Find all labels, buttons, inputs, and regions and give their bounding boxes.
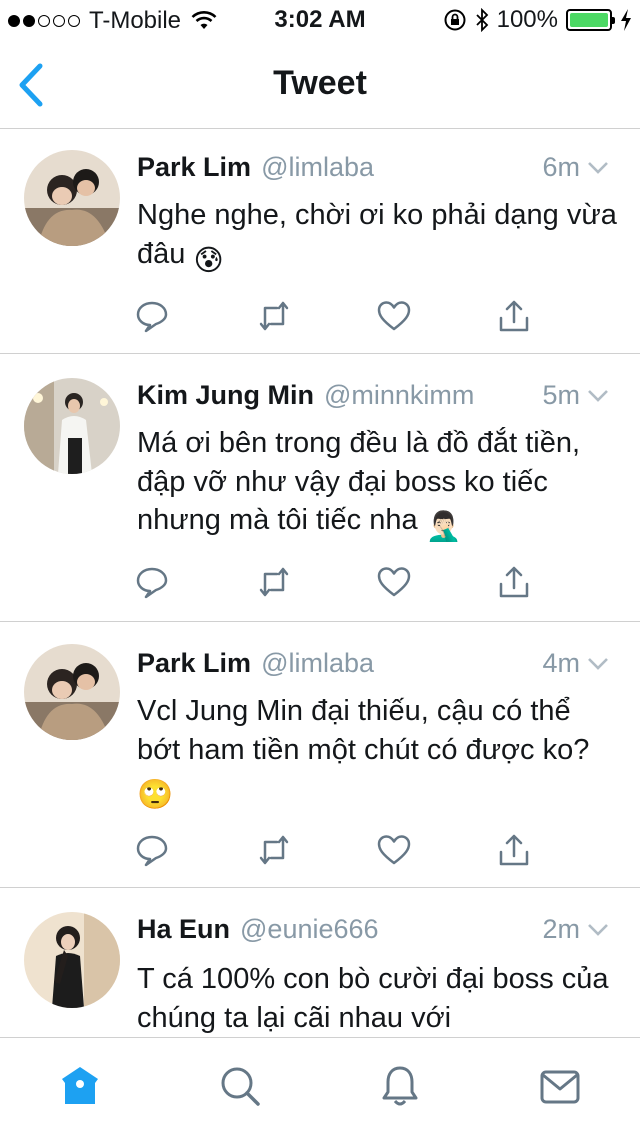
avatar-park-lim[interactable] <box>24 150 120 246</box>
tweet-text: Vcl Jung Min đại thiếu, cậu có thể bớt h… <box>137 692 620 815</box>
page-title: Tweet <box>273 64 367 102</box>
facepalm-emoji: 🤦🏻‍♂️ <box>425 511 462 543</box>
tweet[interactable]: Park Lim @limlaba 6m Nghe nghe, chời ơi … <box>0 130 640 354</box>
share-icon[interactable] <box>496 298 532 334</box>
chevron-down-icon[interactable] <box>586 922 610 938</box>
like-icon[interactable] <box>376 298 412 334</box>
tweet-actions <box>134 832 544 868</box>
chevron-down-icon[interactable] <box>586 656 610 672</box>
anxious-face-emoji: 😰 <box>193 244 224 277</box>
bluetooth-icon <box>475 8 488 32</box>
share-icon[interactable] <box>496 832 532 868</box>
tweet-actions <box>134 564 544 600</box>
reply-icon[interactable] <box>134 298 170 334</box>
tweet-body: T cá 100% con bò cười đại boss của chúng… <box>137 963 609 1034</box>
battery-icon <box>566 9 615 31</box>
notifications-icon[interactable] <box>378 1064 422 1108</box>
tab-bar <box>0 1037 640 1136</box>
reply-icon[interactable] <box>134 832 170 868</box>
tweet[interactable]: Kim Jung Min @minnkimm 5m Má ơi bên tron… <box>0 354 640 622</box>
avatar-ha-eun[interactable] <box>24 912 120 1008</box>
tweet-timestamp: 6m <box>542 152 580 182</box>
tweet[interactable]: Ha Eun @eunie666 2m T cá 100% con bò cườ… <box>0 888 640 1048</box>
tweet-header: Ha Eun @eunie666 2m <box>137 914 610 945</box>
tweet-text: Má ơi bên trong đều là đồ đắt tiền, đập … <box>137 424 620 547</box>
messages-icon[interactable] <box>538 1064 582 1108</box>
battery-percent: 100% <box>496 6 558 33</box>
author-handle[interactable]: @limlaba <box>261 648 374 679</box>
status-bar: T-Mobile 3:02 AM 100% <box>0 0 640 40</box>
search-icon[interactable] <box>218 1064 262 1108</box>
tweet-body: Má ơi bên trong đều là đồ đắt tiền, đập … <box>137 427 581 536</box>
tweet[interactable]: Park Lim @limlaba 4m Vcl Jung Min đại th… <box>0 622 640 888</box>
author-handle[interactable]: @limlaba <box>261 152 374 183</box>
tweet-text: T cá 100% con bò cười đại boss của chúng… <box>137 960 620 1037</box>
avatar-park-lim[interactable] <box>24 644 120 740</box>
tweet-body: Vcl Jung Min đại thiếu, cậu có thể bớt h… <box>137 695 590 766</box>
home-icon[interactable] <box>58 1064 102 1108</box>
share-icon[interactable] <box>496 564 532 600</box>
tweet-header: Kim Jung Min @minnkimm 5m <box>137 380 610 411</box>
tweet-timestamp: 2m <box>542 914 580 944</box>
tweet-timestamp: 4m <box>542 648 580 678</box>
avatar-kim-jung-min[interactable] <box>24 378 120 474</box>
author-name[interactable]: Ha Eun <box>137 914 230 945</box>
author-name[interactable]: Park Lim <box>137 648 251 679</box>
chevron-down-icon[interactable] <box>586 388 610 404</box>
chevron-down-icon[interactable] <box>586 160 610 176</box>
charging-bolt-icon <box>621 9 631 31</box>
navigation-bar: Tweet <box>0 40 640 129</box>
author-handle[interactable]: @minnkimm <box>324 380 474 411</box>
author-handle[interactable]: @eunie666 <box>240 914 379 945</box>
tweet-text: Nghe nghe, chời ơi ko phải dạng vừa đâu … <box>137 196 620 280</box>
author-name[interactable]: Park Lim <box>137 152 251 183</box>
tweet-header: Park Lim @limlaba 6m <box>137 152 610 183</box>
tweet-actions <box>134 298 544 334</box>
author-name[interactable]: Kim Jung Min <box>137 380 314 411</box>
status-right: 100% <box>443 6 632 34</box>
eye-roll-emoji: 🙄 <box>137 779 174 811</box>
reply-icon[interactable] <box>134 564 170 600</box>
tweet-timestamp: 5m <box>542 380 580 410</box>
tweet-header: Park Lim @limlaba 4m <box>137 648 610 679</box>
retweet-icon[interactable] <box>256 564 292 600</box>
rotation-lock-icon <box>444 9 466 31</box>
retweet-icon[interactable] <box>256 298 292 334</box>
like-icon[interactable] <box>376 832 412 868</box>
retweet-icon[interactable] <box>256 832 292 868</box>
like-icon[interactable] <box>376 564 412 600</box>
